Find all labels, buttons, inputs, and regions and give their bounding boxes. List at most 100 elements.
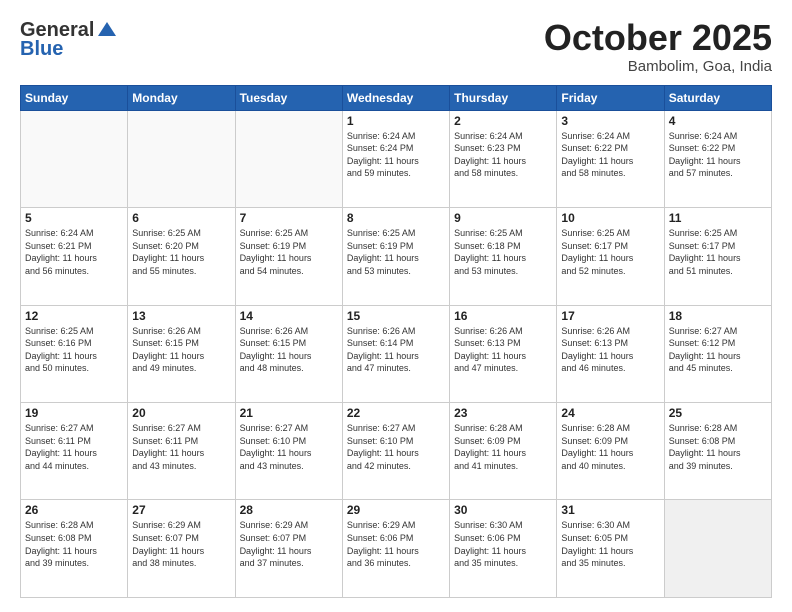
- day-info: Sunrise: 6:27 AM Sunset: 6:12 PM Dayligh…: [669, 325, 767, 375]
- day-info: Sunrise: 6:26 AM Sunset: 6:15 PM Dayligh…: [240, 325, 338, 375]
- logo-icon: [96, 18, 118, 40]
- day-of-week-header: Thursday: [450, 85, 557, 110]
- day-number: 6: [132, 211, 230, 225]
- calendar-cell: [664, 500, 771, 598]
- day-info: Sunrise: 6:24 AM Sunset: 6:22 PM Dayligh…: [669, 130, 767, 180]
- calendar-cell: 7Sunrise: 6:25 AM Sunset: 6:19 PM Daylig…: [235, 208, 342, 305]
- day-info: Sunrise: 6:29 AM Sunset: 6:07 PM Dayligh…: [240, 519, 338, 569]
- calendar-week-row: 1 Sunrise: 6:24 AM Sunset: 6:24 PM Daylig…: [21, 110, 772, 207]
- day-number: 13: [132, 309, 230, 323]
- day-number: 15: [347, 309, 445, 323]
- title-block: October 2025 Bambolim, Goa, India: [544, 18, 772, 75]
- calendar-cell: 22 Sunrise: 6:27 AM Sunset: 6:10 PM Dayli…: [342, 403, 449, 500]
- day-info: Sunrise: 6:25 AM Sunset: 6:17 PM Dayligh…: [669, 227, 767, 277]
- calendar-cell: 8Sunrise: 6:25 AM Sunset: 6:19 PM Daylig…: [342, 208, 449, 305]
- day-number: 31: [561, 503, 659, 517]
- day-info: Sunrise: 6:25 AM Sunset: 6:16 PM Dayligh…: [25, 325, 123, 375]
- day-number: 3: [561, 114, 659, 128]
- day-number: 30: [454, 503, 552, 517]
- logo-blue-text: Blue: [20, 38, 63, 61]
- calendar-cell: 19Sunrise: 6:27 AM Sunset: 6:11 PM Dayli…: [21, 403, 128, 500]
- day-info: Sunrise: 6:24 AM Sunset: 6:24 PM Dayligh…: [347, 130, 445, 180]
- day-number: 23: [454, 406, 552, 420]
- day-info: Sunrise: 6:26 AM Sunset: 6:14 PM Dayligh…: [347, 325, 445, 375]
- calendar-cell: 27 Sunrise: 6:29 AM Sunset: 6:07 PM Dayli…: [128, 500, 235, 598]
- day-info: Sunrise: 6:26 AM Sunset: 6:13 PM Dayligh…: [454, 325, 552, 375]
- day-number: 18: [669, 309, 767, 323]
- day-of-week-header: Monday: [128, 85, 235, 110]
- calendar-cell: 20Sunrise: 6:27 AM Sunset: 6:11 PM Dayli…: [128, 403, 235, 500]
- calendar-cell: 25Sunrise: 6:28 AM Sunset: 6:08 PM Dayli…: [664, 403, 771, 500]
- calendar-cell: 14 Sunrise: 6:26 AM Sunset: 6:15 PM Dayli…: [235, 305, 342, 402]
- day-number: 20: [132, 406, 230, 420]
- calendar-cell: 5 Sunrise: 6:24 AM Sunset: 6:21 PM Daylig…: [21, 208, 128, 305]
- calendar-cell: 6 Sunrise: 6:25 AM Sunset: 6:20 PM Daylig…: [128, 208, 235, 305]
- day-number: 17: [561, 309, 659, 323]
- day-number: 19: [25, 406, 123, 420]
- calendar-cell: 2Sunrise: 6:24 AM Sunset: 6:23 PM Daylig…: [450, 110, 557, 207]
- day-number: 2: [454, 114, 552, 128]
- day-info: Sunrise: 6:29 AM Sunset: 6:07 PM Dayligh…: [132, 519, 230, 569]
- day-info: Sunrise: 6:29 AM Sunset: 6:06 PM Dayligh…: [347, 519, 445, 569]
- day-number: 14: [240, 309, 338, 323]
- calendar-cell: 26 Sunrise: 6:28 AM Sunset: 6:08 PM Dayli…: [21, 500, 128, 598]
- header: General Blue October 2025 Bambolim, Goa,…: [20, 18, 772, 75]
- day-of-week-header: Friday: [557, 85, 664, 110]
- calendar-cell: 4 Sunrise: 6:24 AM Sunset: 6:22 PM Daylig…: [664, 110, 771, 207]
- day-number: 9: [454, 211, 552, 225]
- page: General Blue October 2025 Bambolim, Goa,…: [0, 0, 792, 612]
- calendar-cell: 9 Sunrise: 6:25 AM Sunset: 6:18 PM Daylig…: [450, 208, 557, 305]
- calendar-cell: 24 Sunrise: 6:28 AM Sunset: 6:09 PM Dayli…: [557, 403, 664, 500]
- day-info: Sunrise: 6:25 AM Sunset: 6:20 PM Dayligh…: [132, 227, 230, 277]
- day-info: Sunrise: 6:28 AM Sunset: 6:09 PM Dayligh…: [561, 422, 659, 472]
- day-number: 25: [669, 406, 767, 420]
- day-info: Sunrise: 6:27 AM Sunset: 6:10 PM Dayligh…: [347, 422, 445, 472]
- day-number: 28: [240, 503, 338, 517]
- day-number: 24: [561, 406, 659, 420]
- calendar-table: SundayMondayTuesdayWednesdayThursdayFrid…: [20, 85, 772, 598]
- day-info: Sunrise: 6:28 AM Sunset: 6:08 PM Dayligh…: [25, 519, 123, 569]
- day-number: 10: [561, 211, 659, 225]
- day-info: Sunrise: 6:26 AM Sunset: 6:13 PM Dayligh…: [561, 325, 659, 375]
- calendar-cell: 21Sunrise: 6:27 AM Sunset: 6:10 PM Dayli…: [235, 403, 342, 500]
- day-of-week-header: Tuesday: [235, 85, 342, 110]
- day-number: 8: [347, 211, 445, 225]
- calendar-cell: [235, 110, 342, 207]
- day-info: Sunrise: 6:30 AM Sunset: 6:05 PM Dayligh…: [561, 519, 659, 569]
- day-of-week-header: Saturday: [664, 85, 771, 110]
- calendar-cell: [21, 110, 128, 207]
- calendar-cell: 13 Sunrise: 6:26 AM Sunset: 6:15 PM Dayli…: [128, 305, 235, 402]
- day-number: 16: [454, 309, 552, 323]
- day-info: Sunrise: 6:24 AM Sunset: 6:22 PM Dayligh…: [561, 130, 659, 180]
- calendar-cell: 31 Sunrise: 6:30 AM Sunset: 6:05 PM Dayli…: [557, 500, 664, 598]
- calendar-cell: 3 Sunrise: 6:24 AM Sunset: 6:22 PM Daylig…: [557, 110, 664, 207]
- day-number: 29: [347, 503, 445, 517]
- day-number: 11: [669, 211, 767, 225]
- calendar-cell: 29 Sunrise: 6:29 AM Sunset: 6:06 PM Dayli…: [342, 500, 449, 598]
- calendar-cell: 28 Sunrise: 6:29 AM Sunset: 6:07 PM Dayli…: [235, 500, 342, 598]
- calendar-cell: 11 Sunrise: 6:25 AM Sunset: 6:17 PM Dayli…: [664, 208, 771, 305]
- day-number: 1: [347, 114, 445, 128]
- month-title: October 2025: [544, 18, 772, 58]
- calendar-cell: 1 Sunrise: 6:24 AM Sunset: 6:24 PM Daylig…: [342, 110, 449, 207]
- day-info: Sunrise: 6:26 AM Sunset: 6:15 PM Dayligh…: [132, 325, 230, 375]
- calendar-cell: [128, 110, 235, 207]
- calendar-week-row: 5 Sunrise: 6:24 AM Sunset: 6:21 PM Daylig…: [21, 208, 772, 305]
- calendar-cell: 16 Sunrise: 6:26 AM Sunset: 6:13 PM Dayli…: [450, 305, 557, 402]
- day-info: Sunrise: 6:24 AM Sunset: 6:21 PM Dayligh…: [25, 227, 123, 277]
- day-number: 22: [347, 406, 445, 420]
- calendar-week-row: 19Sunrise: 6:27 AM Sunset: 6:11 PM Dayli…: [21, 403, 772, 500]
- calendar-cell: 18 Sunrise: 6:27 AM Sunset: 6:12 PM Dayli…: [664, 305, 771, 402]
- calendar-week-row: 26 Sunrise: 6:28 AM Sunset: 6:08 PM Dayli…: [21, 500, 772, 598]
- calendar-header-row: SundayMondayTuesdayWednesdayThursdayFrid…: [21, 85, 772, 110]
- calendar-cell: 10Sunrise: 6:25 AM Sunset: 6:17 PM Dayli…: [557, 208, 664, 305]
- day-info: Sunrise: 6:25 AM Sunset: 6:18 PM Dayligh…: [454, 227, 552, 277]
- day-number: 26: [25, 503, 123, 517]
- calendar-cell: 17 Sunrise: 6:26 AM Sunset: 6:13 PM Dayli…: [557, 305, 664, 402]
- day-of-week-header: Sunday: [21, 85, 128, 110]
- calendar-cell: 15 Sunrise: 6:26 AM Sunset: 6:14 PM Dayli…: [342, 305, 449, 402]
- day-number: 27: [132, 503, 230, 517]
- day-number: 5: [25, 211, 123, 225]
- day-info: Sunrise: 6:30 AM Sunset: 6:06 PM Dayligh…: [454, 519, 552, 569]
- day-number: 4: [669, 114, 767, 128]
